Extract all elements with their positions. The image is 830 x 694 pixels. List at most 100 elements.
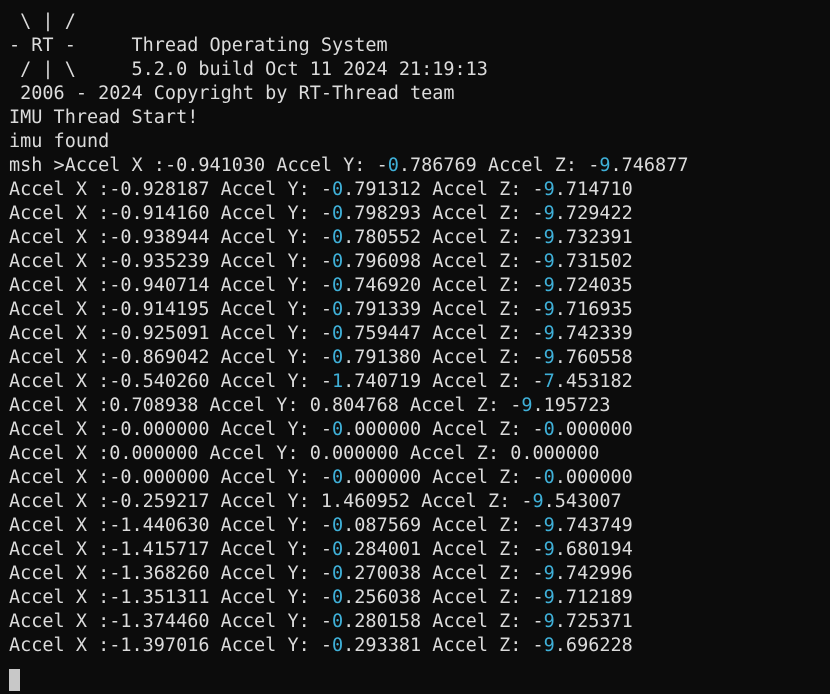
accel-y-sign: -: [320, 347, 333, 368]
accel-z-frac: .714710: [554, 179, 633, 200]
accel-y-int: 0: [332, 515, 344, 536]
accel-y-frac: .759447: [343, 323, 422, 344]
accel-z-int: 9: [521, 395, 533, 416]
accel-z-sign: -: [532, 347, 544, 368]
accel-x-value: Accel X :-1.415717 Accel Y:: [9, 539, 321, 560]
accel-z-sign: -: [532, 563, 544, 584]
accel-z-sign: -: [532, 299, 544, 320]
shell-prompt: msh >: [9, 155, 65, 176]
accel-x-value: Accel X :-0.000000 Accel Y:: [9, 419, 321, 440]
accel-z-int: 0: [543, 467, 555, 488]
accel-z-int: 9: [543, 515, 555, 536]
accel-z-frac: .724035: [554, 275, 633, 296]
accel-y-frac: .746920: [343, 275, 422, 296]
accel-y-sign: -: [320, 419, 333, 440]
accel-y-frac: .780552: [343, 227, 422, 248]
accel-z-sign: -: [532, 371, 544, 392]
accel-z-label: Accel Z:: [421, 299, 533, 320]
accel-reading-line: Accel X :-0.869042 Accel Y: -0.791380 Ac…: [9, 346, 830, 370]
accel-y-frac: .798293: [343, 203, 422, 224]
accel-z-frac: .543007: [543, 491, 622, 512]
accel-y-frac: .740719: [343, 371, 422, 392]
accel-z-label: Accel Z:: [421, 419, 533, 440]
accel-z-frac: .696228: [554, 635, 633, 656]
accel-x-value: Accel X :-0.925091 Accel Y:: [9, 323, 321, 344]
accel-y-frac: .796098: [343, 251, 422, 272]
accel-z-int: 9: [543, 587, 555, 608]
accel-y-sign: -: [320, 587, 333, 608]
accel-reading-line: Accel X :-0.540260 Accel Y: -1.740719 Ac…: [9, 370, 830, 394]
accel-z-frac: .453182: [554, 371, 633, 392]
accel-y-frac: .270038: [343, 563, 422, 584]
accel-z-frac: .731502: [554, 251, 633, 272]
accel-z-sign: -: [521, 491, 533, 512]
accel-z-int: 9: [543, 635, 555, 656]
accel-z-sign: -: [532, 203, 544, 224]
accel-x-value: Accel X :-0.938944 Accel Y:: [9, 227, 321, 248]
accel-y-sign: -: [376, 155, 388, 176]
accel-y-int: 0: [332, 635, 344, 656]
accel-reading-line: Accel X :-0.925091 Accel Y: -0.759447 Ac…: [9, 322, 830, 346]
accel-z-label: Accel Z:: [421, 611, 533, 632]
accel-reading-line: Accel X :-1.368260 Accel Y: -0.270038 Ac…: [9, 562, 830, 586]
accel-y-sign: -: [320, 227, 333, 248]
accel-x-value: Accel X :0.000000 Accel Y:: [9, 443, 310, 464]
accel-z-sign: -: [532, 515, 544, 536]
accel-y-sign: -: [320, 515, 333, 536]
accel-z-int: 9: [543, 347, 555, 368]
accel-z-int: 9: [543, 275, 555, 296]
accel-x-value: Accel X :-0.935239 Accel Y:: [9, 251, 321, 272]
accel-z-int: 9: [599, 155, 611, 176]
accel-reading-line: msh >Accel X :-0.941030 Accel Y: -0.7867…: [9, 154, 830, 178]
accel-reading-line: Accel X :-0.259217 Accel Y: 1.460952 Acc…: [9, 490, 830, 514]
imu-start-message: IMU Thread Start!: [9, 107, 199, 128]
terminal-cursor: [9, 669, 20, 691]
accel-y-value: 0.804768: [309, 395, 399, 416]
accel-y-int: 0: [332, 251, 344, 272]
accel-reading-line: Accel X :0.708938 Accel Y: 0.804768 Acce…: [9, 394, 830, 418]
accel-y-sign: -: [320, 179, 333, 200]
accel-y-frac: .000000: [343, 467, 422, 488]
accel-x-value: Accel X :-0.914160 Accel Y:: [9, 203, 321, 224]
terminal-window[interactable]: \ | / - RT - Thread Operating System / |…: [0, 0, 830, 694]
imu-found-message: imu found: [9, 131, 110, 152]
accel-y-frac: .284001: [343, 539, 422, 560]
accel-y-int: 1: [332, 371, 344, 392]
accel-reading-line: Accel X :-1.440630 Accel Y: -0.087569 Ac…: [9, 514, 830, 538]
accel-z-label: Accel Z:: [398, 443, 511, 464]
accel-z-sign: -: [588, 155, 600, 176]
accel-z-sign: -: [532, 587, 544, 608]
accel-z-frac: .742996: [554, 563, 633, 584]
accel-x-value: Accel X :-1.397016 Accel Y:: [9, 635, 321, 656]
accel-y-sign: -: [320, 251, 333, 272]
accel-reading-line: Accel X :-1.351311 Accel Y: -0.256038 Ac…: [9, 586, 830, 610]
accel-z-label: Accel Z:: [421, 587, 533, 608]
accel-y-int: 0: [332, 419, 344, 440]
accel-reading-line: Accel X :-0.938944 Accel Y: -0.780552 Ac…: [9, 226, 830, 250]
accel-y-frac: .786769: [398, 155, 477, 176]
accel-y-frac: .087569: [343, 515, 422, 536]
accel-x-value: Accel X :-1.440630 Accel Y:: [9, 515, 321, 536]
accel-y-value: 1.460952: [320, 491, 410, 512]
accel-reading-line: Accel X :-0.914195 Accel Y: -0.791339 Ac…: [9, 298, 830, 322]
accel-y-sign: -: [320, 371, 333, 392]
accel-z-int: 9: [543, 323, 555, 344]
accel-y-sign: -: [320, 563, 333, 584]
accel-z-int: 9: [543, 251, 555, 272]
accel-y-int: 0: [332, 299, 344, 320]
accel-z-int: 9: [543, 563, 555, 584]
accel-reading-line: Accel X :-1.397016 Accel Y: -0.293381 Ac…: [9, 634, 830, 658]
accel-y-sign: -: [320, 275, 333, 296]
accel-y-frac: .791380: [343, 347, 422, 368]
accel-z-int: 9: [532, 491, 544, 512]
accel-z-int: 9: [543, 179, 555, 200]
accel-y-int: 0: [387, 155, 399, 176]
accel-y-int: 0: [332, 347, 344, 368]
accel-y-int: 0: [332, 563, 344, 584]
banner-logo-line: \ | /: [9, 11, 76, 32]
accel-y-int: 0: [332, 179, 344, 200]
accel-y-sign: -: [320, 323, 333, 344]
accel-z-int: 0: [543, 419, 555, 440]
accel-readings: msh >Accel X :-0.941030 Accel Y: -0.7867…: [9, 154, 830, 658]
accel-z-int: 9: [543, 611, 555, 632]
